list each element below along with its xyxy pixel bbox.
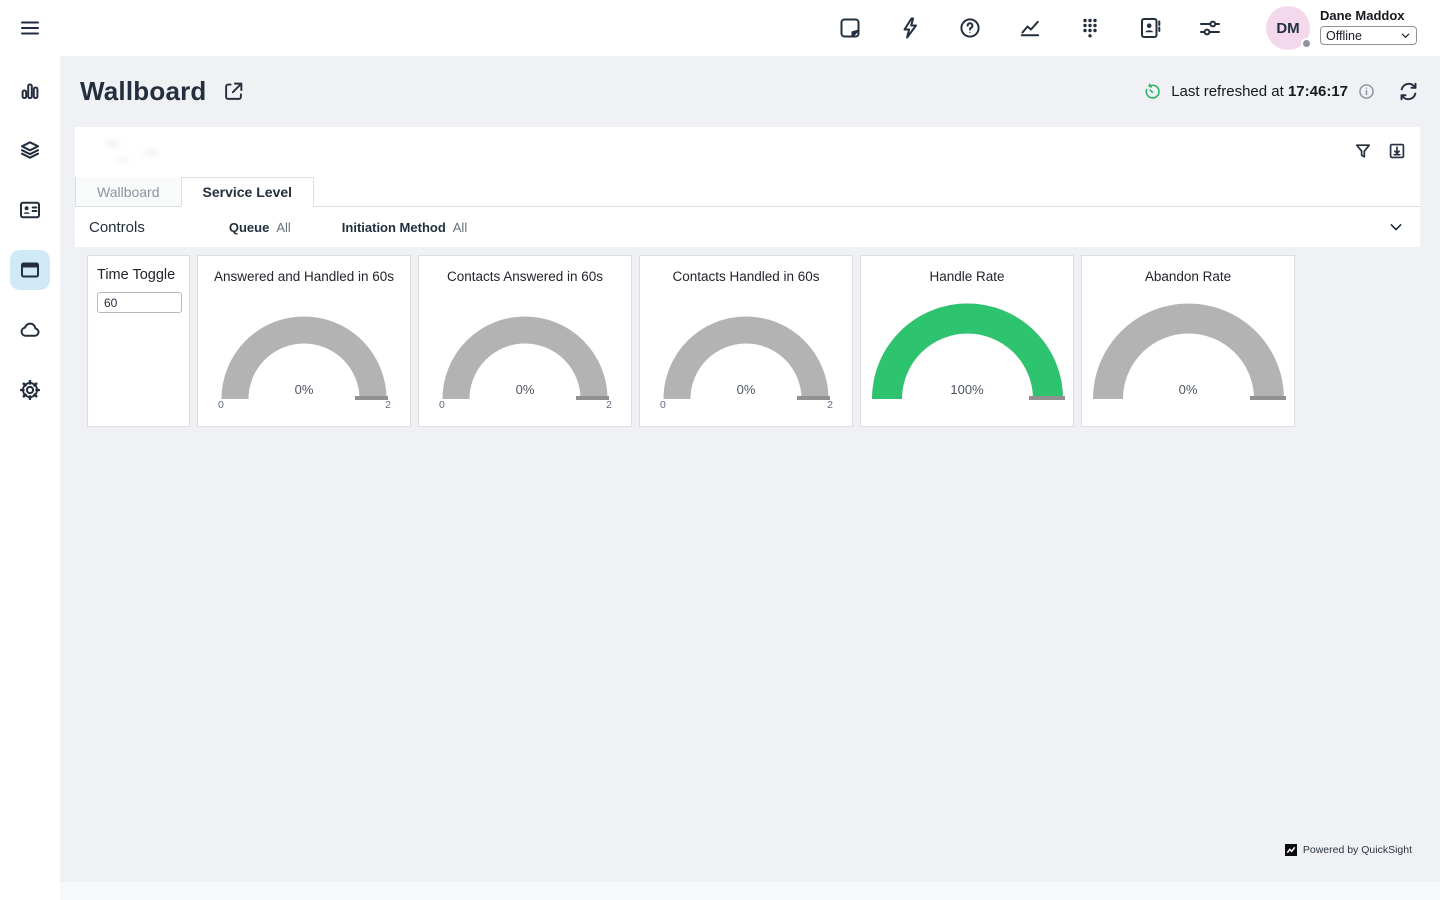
time-toggle-label: Time Toggle — [88, 256, 189, 283]
dashboard-surface: Wallboard Last refreshed at 17:46:17 — [60, 56, 1440, 882]
avatar[interactable]: DM — [1266, 6, 1310, 50]
avatar-initials: DM — [1276, 20, 1299, 37]
tab-service-level[interactable]: Service Level — [181, 177, 315, 207]
note-icon[interactable] — [838, 16, 862, 40]
timer-icon — [1143, 82, 1162, 101]
external-link-icon[interactable] — [222, 80, 245, 103]
sidebar-item-settings[interactable] — [10, 370, 50, 410]
gauge-value: 0% — [198, 382, 410, 397]
help-icon[interactable] — [958, 16, 982, 40]
sidebar-item-flows[interactable] — [10, 130, 50, 170]
sidebar-item-contacts[interactable] — [10, 190, 50, 230]
topbar-action-icons — [838, 0, 1222, 56]
gauge-min-label: 0 — [439, 399, 445, 411]
gauge-value: 0% — [419, 382, 631, 397]
quicksight-logo-icon — [1285, 844, 1297, 856]
gauge-title: Answered and Handled in 60s — [198, 269, 410, 284]
layers-icon — [18, 138, 42, 162]
gauge-max-label: 2 — [606, 399, 612, 411]
info-icon[interactable] — [1357, 82, 1376, 101]
hamburger-menu-icon[interactable] — [18, 16, 42, 40]
gauge-value: 100% — [861, 382, 1073, 397]
bar-chart-icon — [18, 78, 42, 102]
status-select[interactable]: Offline — [1320, 26, 1417, 45]
main-area: Wallboard Last refreshed at 17:46:17 — [60, 56, 1440, 900]
export-icon[interactable] — [1387, 141, 1407, 161]
time-toggle-card: Time Toggle — [87, 255, 190, 427]
filter-icon[interactable] — [1353, 141, 1373, 161]
user-name: Dane Maddox — [1320, 8, 1417, 23]
gauge-title: Contacts Handled in 60s — [640, 269, 852, 284]
faint-watermark — [85, 133, 195, 169]
cloud-icon — [18, 318, 42, 342]
controls-label: Controls — [89, 219, 145, 236]
top-bar: DM Dane Maddox Offline — [0, 0, 1440, 56]
chevron-down-icon — [1400, 30, 1411, 41]
gauge-card-contacts-handled: Contacts Handled in 60s 0% 0 2 — [639, 255, 853, 427]
sheet-panel: Wallboard Service Level Controls Queue A… — [75, 127, 1420, 247]
gauge-card-contacts-answered: Contacts Answered in 60s 0% 0 2 — [418, 255, 632, 427]
metrics-icon[interactable] — [1018, 16, 1042, 40]
status-select-value: Offline — [1326, 29, 1362, 43]
sidebar-item-wallboard[interactable] — [10, 250, 50, 290]
gauge-card-handle-rate: Handle Rate 100% — [860, 255, 1074, 427]
page-header: Wallboard Last refreshed at 17:46:17 — [60, 56, 1440, 127]
gauge-title: Handle Rate — [861, 269, 1073, 284]
page-title: Wallboard — [80, 76, 207, 107]
gauge-card-abandon-rate: Abandon Rate 0% — [1081, 255, 1295, 427]
quicksight-footer: Powered by QuickSight — [1285, 844, 1412, 856]
gauge-card-answered-and-handled: Answered and Handled in 60s 0% 0 2 — [197, 255, 411, 427]
contact-card-icon — [18, 198, 42, 222]
user-chip: DM Dane Maddox Offline — [1266, 6, 1417, 50]
last-refreshed-text: Last refreshed at 17:46:17 — [1171, 83, 1348, 100]
sidebar-item-metrics[interactable] — [10, 70, 50, 110]
refresh-group: Last refreshed at 17:46:17 — [1143, 80, 1420, 103]
gauge-max-label: 2 — [385, 399, 391, 411]
contacts-icon[interactable] — [1138, 16, 1162, 40]
sidebar-item-cloud[interactable] — [10, 310, 50, 350]
sheet-tabs: Wallboard Service Level — [75, 177, 1420, 207]
left-nav-rail — [0, 56, 60, 900]
powered-by-text: Powered by QuickSight — [1303, 844, 1412, 856]
cards-row: Time Toggle Answered and Handled in 60s … — [87, 255, 1295, 427]
gauge-min-label: 0 — [218, 399, 224, 411]
gauge-min-label: 0 — [660, 399, 666, 411]
browser-window-icon — [18, 258, 42, 282]
gauge-title: Abandon Rate — [1082, 269, 1294, 284]
tab-wallboard[interactable]: Wallboard — [75, 177, 181, 206]
lightning-icon[interactable] — [898, 16, 922, 40]
gauge-value: 0% — [1082, 382, 1294, 397]
gauge-title: Contacts Answered in 60s — [419, 269, 631, 284]
filter-queue[interactable]: Queue All — [229, 220, 291, 235]
refresh-time: 17:46:17 — [1288, 83, 1348, 100]
gauge-value: 0% — [640, 382, 852, 397]
time-toggle-input[interactable] — [97, 292, 182, 313]
dialpad-icon[interactable] — [1078, 16, 1102, 40]
sliders-icon[interactable] — [1198, 16, 1222, 40]
status-dot — [1301, 38, 1312, 49]
refresh-icon[interactable] — [1397, 80, 1420, 103]
gauge-max-label: 2 — [827, 399, 833, 411]
filter-initiation-method[interactable]: Initiation Method All — [342, 220, 467, 235]
gear-icon — [18, 378, 42, 402]
controls-row: Controls Queue All Initiation Method All — [75, 207, 1420, 247]
collapse-chevron-icon[interactable] — [1386, 217, 1406, 237]
